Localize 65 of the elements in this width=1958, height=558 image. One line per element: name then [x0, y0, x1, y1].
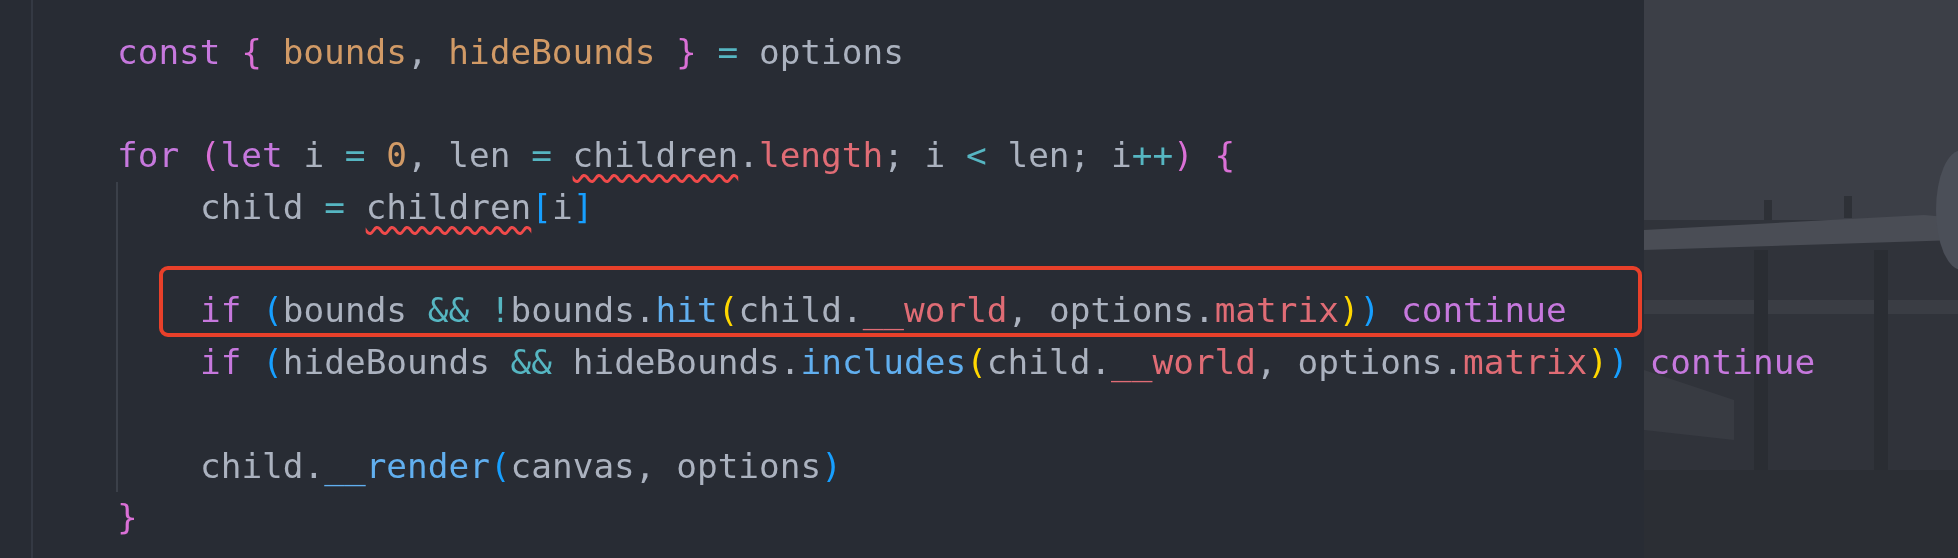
code-token: let [220, 135, 283, 176]
misspelled-code-token: children [572, 135, 739, 176]
code-token: , len [406, 135, 512, 176]
code-token: hit [655, 290, 718, 331]
code-token: ) [821, 445, 842, 486]
code-token: } [676, 32, 698, 72]
code-token: , options. [1256, 342, 1464, 383]
code-token: && ! [427, 290, 511, 331]
code-token: if [200, 342, 243, 383]
misspelled-code-token: children [365, 187, 532, 228]
code-token: bounds. [510, 290, 656, 331]
code-token: hideBounds [282, 342, 491, 383]
code-token: if [200, 290, 243, 331]
code-token: len; i [1006, 135, 1132, 176]
code-token: continue [1401, 290, 1567, 331]
code-token: ; i [883, 135, 947, 176]
code-token: ] [572, 187, 594, 228]
code-token: hideBounds. [571, 342, 801, 383]
code-token: __world [1111, 342, 1257, 383]
code-token: matrix [1214, 290, 1339, 331]
code-token: = [717, 32, 740, 72]
code-token: < [966, 135, 987, 176]
code-token: child. [200, 445, 325, 486]
code-token: ( [966, 342, 987, 383]
code-token: ) [1173, 135, 1195, 176]
code-token: __render [324, 445, 490, 486]
code-token: 0 [386, 135, 407, 176]
code-token: ) [1608, 342, 1630, 383]
code-token: includes [800, 342, 967, 383]
code-token: continue [1649, 342, 1816, 383]
code-token: ) [1338, 290, 1360, 331]
code-token: i [552, 187, 573, 228]
code-token: __world [862, 290, 1008, 331]
code-token: ++ [1131, 135, 1174, 176]
code-token: { [1214, 135, 1236, 176]
code-token: bounds [282, 290, 409, 331]
code-token: matrix [1463, 342, 1588, 383]
code-token: ( [262, 290, 283, 331]
code-token: child. [738, 290, 863, 331]
code-token: ( [717, 290, 739, 331]
code-token: ) [1587, 342, 1609, 383]
code-token: ( [262, 342, 283, 383]
code-token: const [117, 32, 222, 72]
code-token: canvas, options [510, 445, 822, 486]
code-token: , [406, 32, 429, 72]
code-token: { [241, 32, 263, 72]
code-token: ( [489, 445, 511, 486]
code-token: ) [1359, 290, 1382, 331]
code-token: child. [986, 342, 1112, 383]
code-token: options [758, 32, 904, 72]
code-token: length [758, 135, 884, 176]
code-token: } [117, 497, 138, 538]
code-token: bounds [282, 32, 407, 72]
code-token: && [510, 342, 553, 383]
code-token: ( [199, 135, 221, 176]
code-token: . [738, 135, 759, 176]
code-token: , options. [1007, 290, 1215, 331]
code-token: = [324, 187, 346, 228]
code-token: hideBounds [448, 32, 657, 72]
code-token: i [302, 135, 326, 176]
code-token: child [200, 187, 305, 228]
code-token: for [117, 135, 181, 176]
code-token: = [531, 135, 553, 176]
code-token: = [344, 135, 367, 176]
code-token: [ [531, 187, 552, 228]
